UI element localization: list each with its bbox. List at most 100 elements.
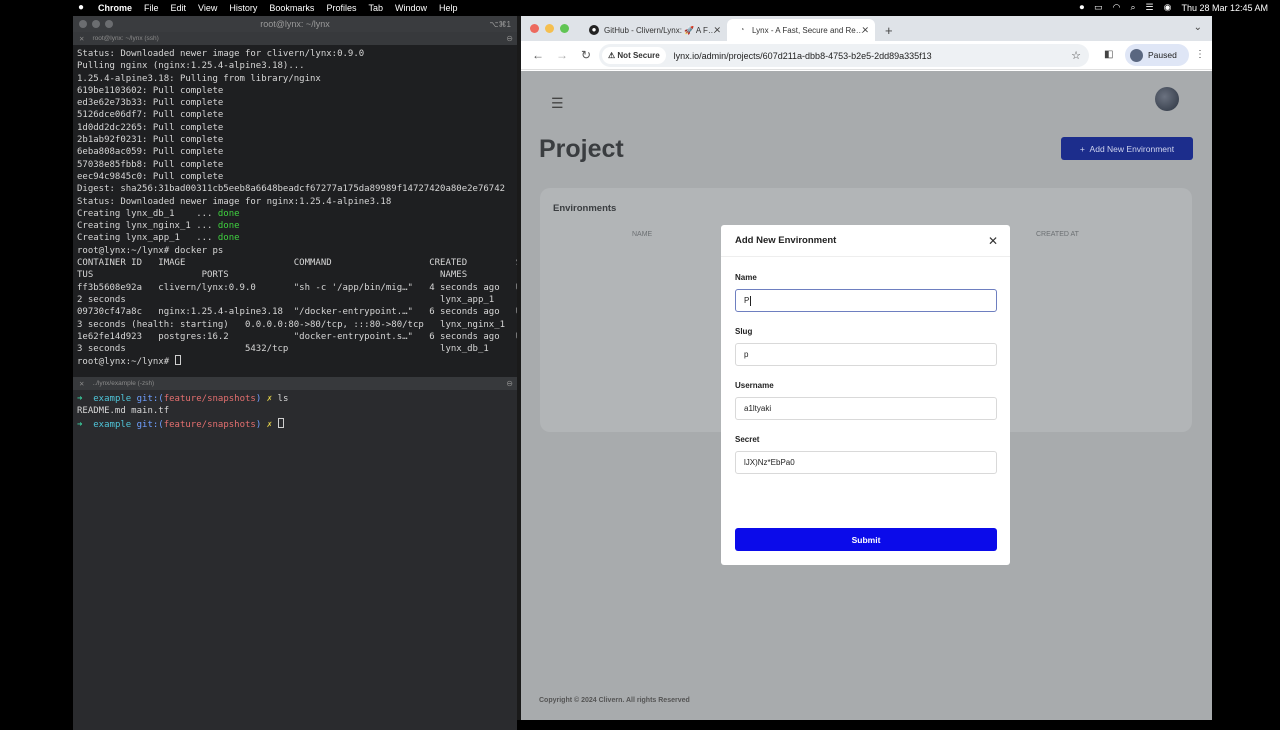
modal-header: Add New Environment ✕ — [721, 225, 1010, 257]
close-tab-icon[interactable]: ✕ — [861, 25, 869, 36]
wifi-icon[interactable]: ◠ — [1113, 2, 1121, 13]
terminal-line: root@lynx:~/lynx# docker ps — [77, 245, 224, 256]
username-label: Username — [735, 381, 774, 390]
menu-window[interactable]: Window — [395, 3, 427, 13]
forward-icon[interactable]: → — [555, 48, 569, 62]
secret-label: Secret — [735, 435, 760, 444]
profile-button[interactable]: Paused — [1125, 44, 1189, 66]
record-icon[interactable]: ⏺ — [1080, 2, 1085, 13]
security-chip[interactable]: ⚠ Not Secure — [602, 47, 666, 64]
menu-edit[interactable]: Edit — [171, 3, 187, 13]
card-title: Environments — [553, 203, 617, 214]
terminal-line: Status: Downloaded newer image for clive… — [77, 49, 365, 59]
url-text[interactable]: lynx.io/admin/projects/607d211a-dbb8-475… — [674, 51, 932, 61]
prompt-dir: example — [93, 419, 132, 430]
terminal-line: Creating lynx_nginx_1 ... done — [77, 220, 513, 232]
terminal-line: Creating lynx_app_1 ... done — [77, 232, 513, 244]
menu-help[interactable]: Help — [439, 3, 458, 13]
browser-window: ● GitHub - Clivern/Lynx: 🚀 A F… ✕ ◔ Lynx… — [521, 16, 1212, 720]
pane-menu-icon[interactable]: ⊖ — [506, 34, 513, 43]
close-pane-icon[interactable]: ✕ — [79, 35, 84, 43]
tab-search-icon[interactable]: ⌄ — [1194, 22, 1202, 33]
terminal-line: 1.25.4-alpine3.18: Pulling from library/… — [77, 73, 321, 84]
tab-lynx[interactable]: ◔ Lynx - A Fast, Secure and Re… ✕ — [727, 19, 875, 41]
terminal-line: 3 seconds 5432/tcp lynx_db_1 — [77, 344, 489, 355]
submit-button[interactable]: Submit — [735, 528, 997, 551]
tab-github[interactable]: ● GitHub - Clivern/Lynx: 🚀 A F… ✕ — [579, 19, 727, 41]
terminal-line: 1d0dd2dc2265: Pull complete — [77, 122, 224, 133]
browser-toolbar: ← → ↻ ⚠ Not Secure lynx.io/admin/project… — [521, 41, 1212, 70]
slug-input[interactable]: p — [735, 343, 997, 366]
minimize-window-button[interactable] — [545, 24, 554, 33]
terminal-line: 6eba808ac059: Pull complete — [77, 147, 224, 158]
prompt-arrow-icon: ➜ — [77, 394, 94, 404]
add-environment-modal: Add New Environment ✕ Name P Slug p User… — [721, 225, 1010, 565]
name-label: Name — [735, 273, 757, 282]
menu-bookmarks[interactable]: Bookmarks — [269, 3, 314, 13]
terminal-title: root@lynx: ~/lynx — [260, 19, 330, 29]
search-icon[interactable]: ⌕ — [1130, 2, 1135, 13]
terminal-line: 1e62fe14d923 postgres:16.2 "docker-entry… — [77, 331, 517, 342]
name-value: P — [744, 296, 750, 305]
page-icon: ◔ — [739, 25, 745, 34]
side-panel-icon[interactable]: ◧ — [1104, 49, 1113, 60]
reload-icon[interactable]: ↻ — [579, 48, 593, 62]
prompt-text: root@lynx:~/lynx# — [77, 357, 175, 368]
bookmark-star-icon[interactable]: ☆ — [1071, 49, 1081, 62]
slug-label: Slug — [735, 327, 753, 336]
github-icon: ● — [589, 25, 599, 35]
menu-toggle-icon[interactable]: ☰ — [551, 95, 564, 112]
avatar — [1130, 48, 1143, 62]
close-icon[interactable]: ✕ — [988, 234, 998, 248]
git-close: ) — [255, 394, 262, 404]
terminal-titlebar: root@lynx: ~/lynx ⌥⌘1 — [73, 16, 517, 32]
zoom-window-button[interactable] — [560, 24, 569, 33]
column-header-name: NAME — [632, 231, 653, 238]
secret-input[interactable]: lJX)Nz*EbPa0 — [735, 451, 997, 474]
add-environment-button[interactable]: + Add New Environment — [1061, 137, 1193, 160]
terminal-line: 57038e85fbb8: Pull complete — [77, 159, 224, 170]
new-tab-button[interactable]: + — [885, 23, 893, 38]
name-input[interactable]: P — [735, 289, 997, 312]
git-dirty-mark: ✗ — [266, 419, 273, 430]
user-avatar[interactable] — [1155, 87, 1179, 111]
terminal-pane-zsh[interactable]: ➜ example git:(feature/snapshots) ✗ ls RE… — [73, 390, 517, 730]
username-input[interactable]: a1ltyaki — [735, 397, 997, 420]
page-footer: Copyright © 2024 Clivern. All rights Res… — [539, 697, 690, 704]
control-center-icon[interactable]: ☰ — [1146, 2, 1154, 13]
git-dirty-mark: ✗ — [266, 394, 273, 404]
battery-icon[interactable]: ▭ — [1094, 2, 1103, 13]
page-title: Project — [539, 135, 624, 163]
pane-tab-zsh[interactable]: ✕ ../lynx/example (-zsh) ⊖ — [73, 377, 517, 390]
zsh-output: README.md main.tf — [77, 406, 170, 417]
done-status: done — [217, 208, 240, 219]
close-window-button[interactable] — [530, 24, 539, 33]
terminal-line: TUS PORTS NAMES — [77, 270, 468, 281]
menu-file[interactable]: File — [144, 3, 159, 13]
pane-menu-icon[interactable]: ⊖ — [506, 379, 513, 388]
close-pane-icon[interactable]: ✕ — [79, 380, 84, 388]
tab-label: GitHub - Clivern/Lynx: 🚀 A F… — [604, 25, 716, 35]
menu-history[interactable]: History — [229, 3, 257, 13]
terminal-pane-ssh[interactable]: Status: Downloaded newer image for clive… — [73, 45, 517, 377]
terminal-line: ed3e62e73b33: Pull complete — [77, 98, 224, 109]
terminal-line: 09730cf47a8c nginx:1.25.4-alpine3.18 "/d… — [77, 307, 517, 318]
terminal-window: root@lynx: ~/lynx ⌥⌘1 ✕ root@lynx: ~/lyn… — [73, 16, 517, 730]
username-value: a1ltyaki — [744, 404, 772, 413]
close-tab-icon[interactable]: ✕ — [713, 25, 721, 36]
terminal-line: Status: Downloaded newer image for nginx… — [77, 196, 392, 207]
siri-icon[interactable]: ◉ — [1164, 2, 1172, 13]
terminal-cursor — [277, 417, 284, 428]
back-icon[interactable]: ← — [531, 48, 545, 62]
menubar-datetime[interactable]: Thu 28 Mar 12:45 AM — [1181, 3, 1268, 13]
tab-strip: ● GitHub - Clivern/Lynx: 🚀 A F… ✕ ◔ Lynx… — [521, 16, 1212, 41]
warning-icon: ⚠ — [608, 51, 618, 60]
more-menu-icon[interactable]: ⋮ — [1195, 49, 1205, 60]
menu-tab[interactable]: Tab — [368, 3, 383, 13]
apple-icon[interactable]: ● — [78, 2, 88, 13]
menu-profiles[interactable]: Profiles — [326, 3, 356, 13]
menu-app-name[interactable]: Chrome — [98, 3, 132, 13]
address-bar[interactable]: ⚠ Not Secure lynx.io/admin/projects/607d… — [599, 44, 1089, 67]
pane-tab-ssh[interactable]: ✕ root@lynx: ~/lynx (ssh) ⊖ — [73, 32, 517, 45]
menu-view[interactable]: View — [198, 3, 217, 13]
